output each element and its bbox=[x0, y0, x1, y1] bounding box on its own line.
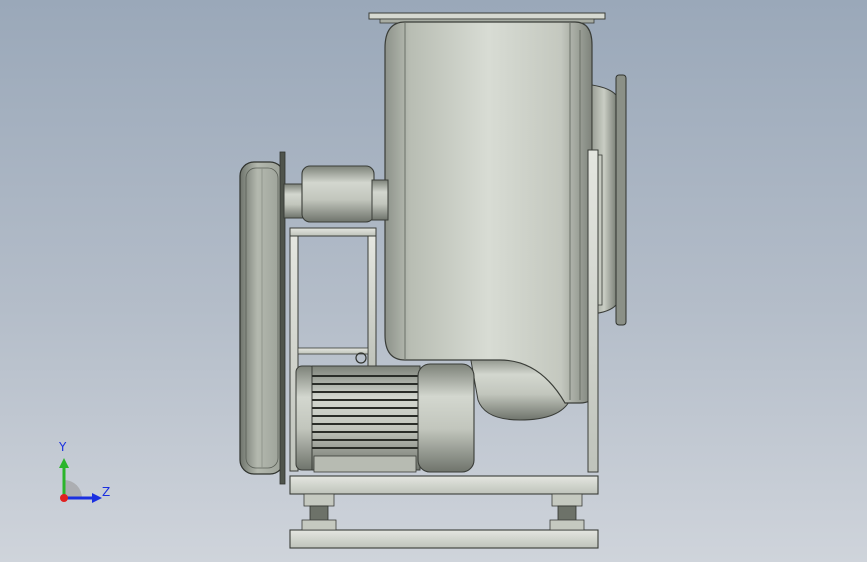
bearing-housing[interactable] bbox=[283, 165, 389, 223]
fan-housing[interactable] bbox=[384, 21, 593, 404]
coordinate-triad: Y Z bbox=[48, 440, 118, 510]
vibration-isolators[interactable] bbox=[301, 493, 585, 531]
graphics-viewport[interactable]: Y Z bbox=[0, 0, 867, 562]
base-frame[interactable] bbox=[289, 475, 599, 549]
z-axis-label: Z bbox=[102, 485, 111, 499]
fan-assembly-model[interactable] bbox=[0, 0, 867, 562]
y-axis-label: Y bbox=[59, 440, 67, 454]
electric-motor[interactable] bbox=[295, 363, 475, 473]
belt-guard[interactable] bbox=[239, 151, 286, 485]
x-axis-dot bbox=[60, 494, 68, 502]
